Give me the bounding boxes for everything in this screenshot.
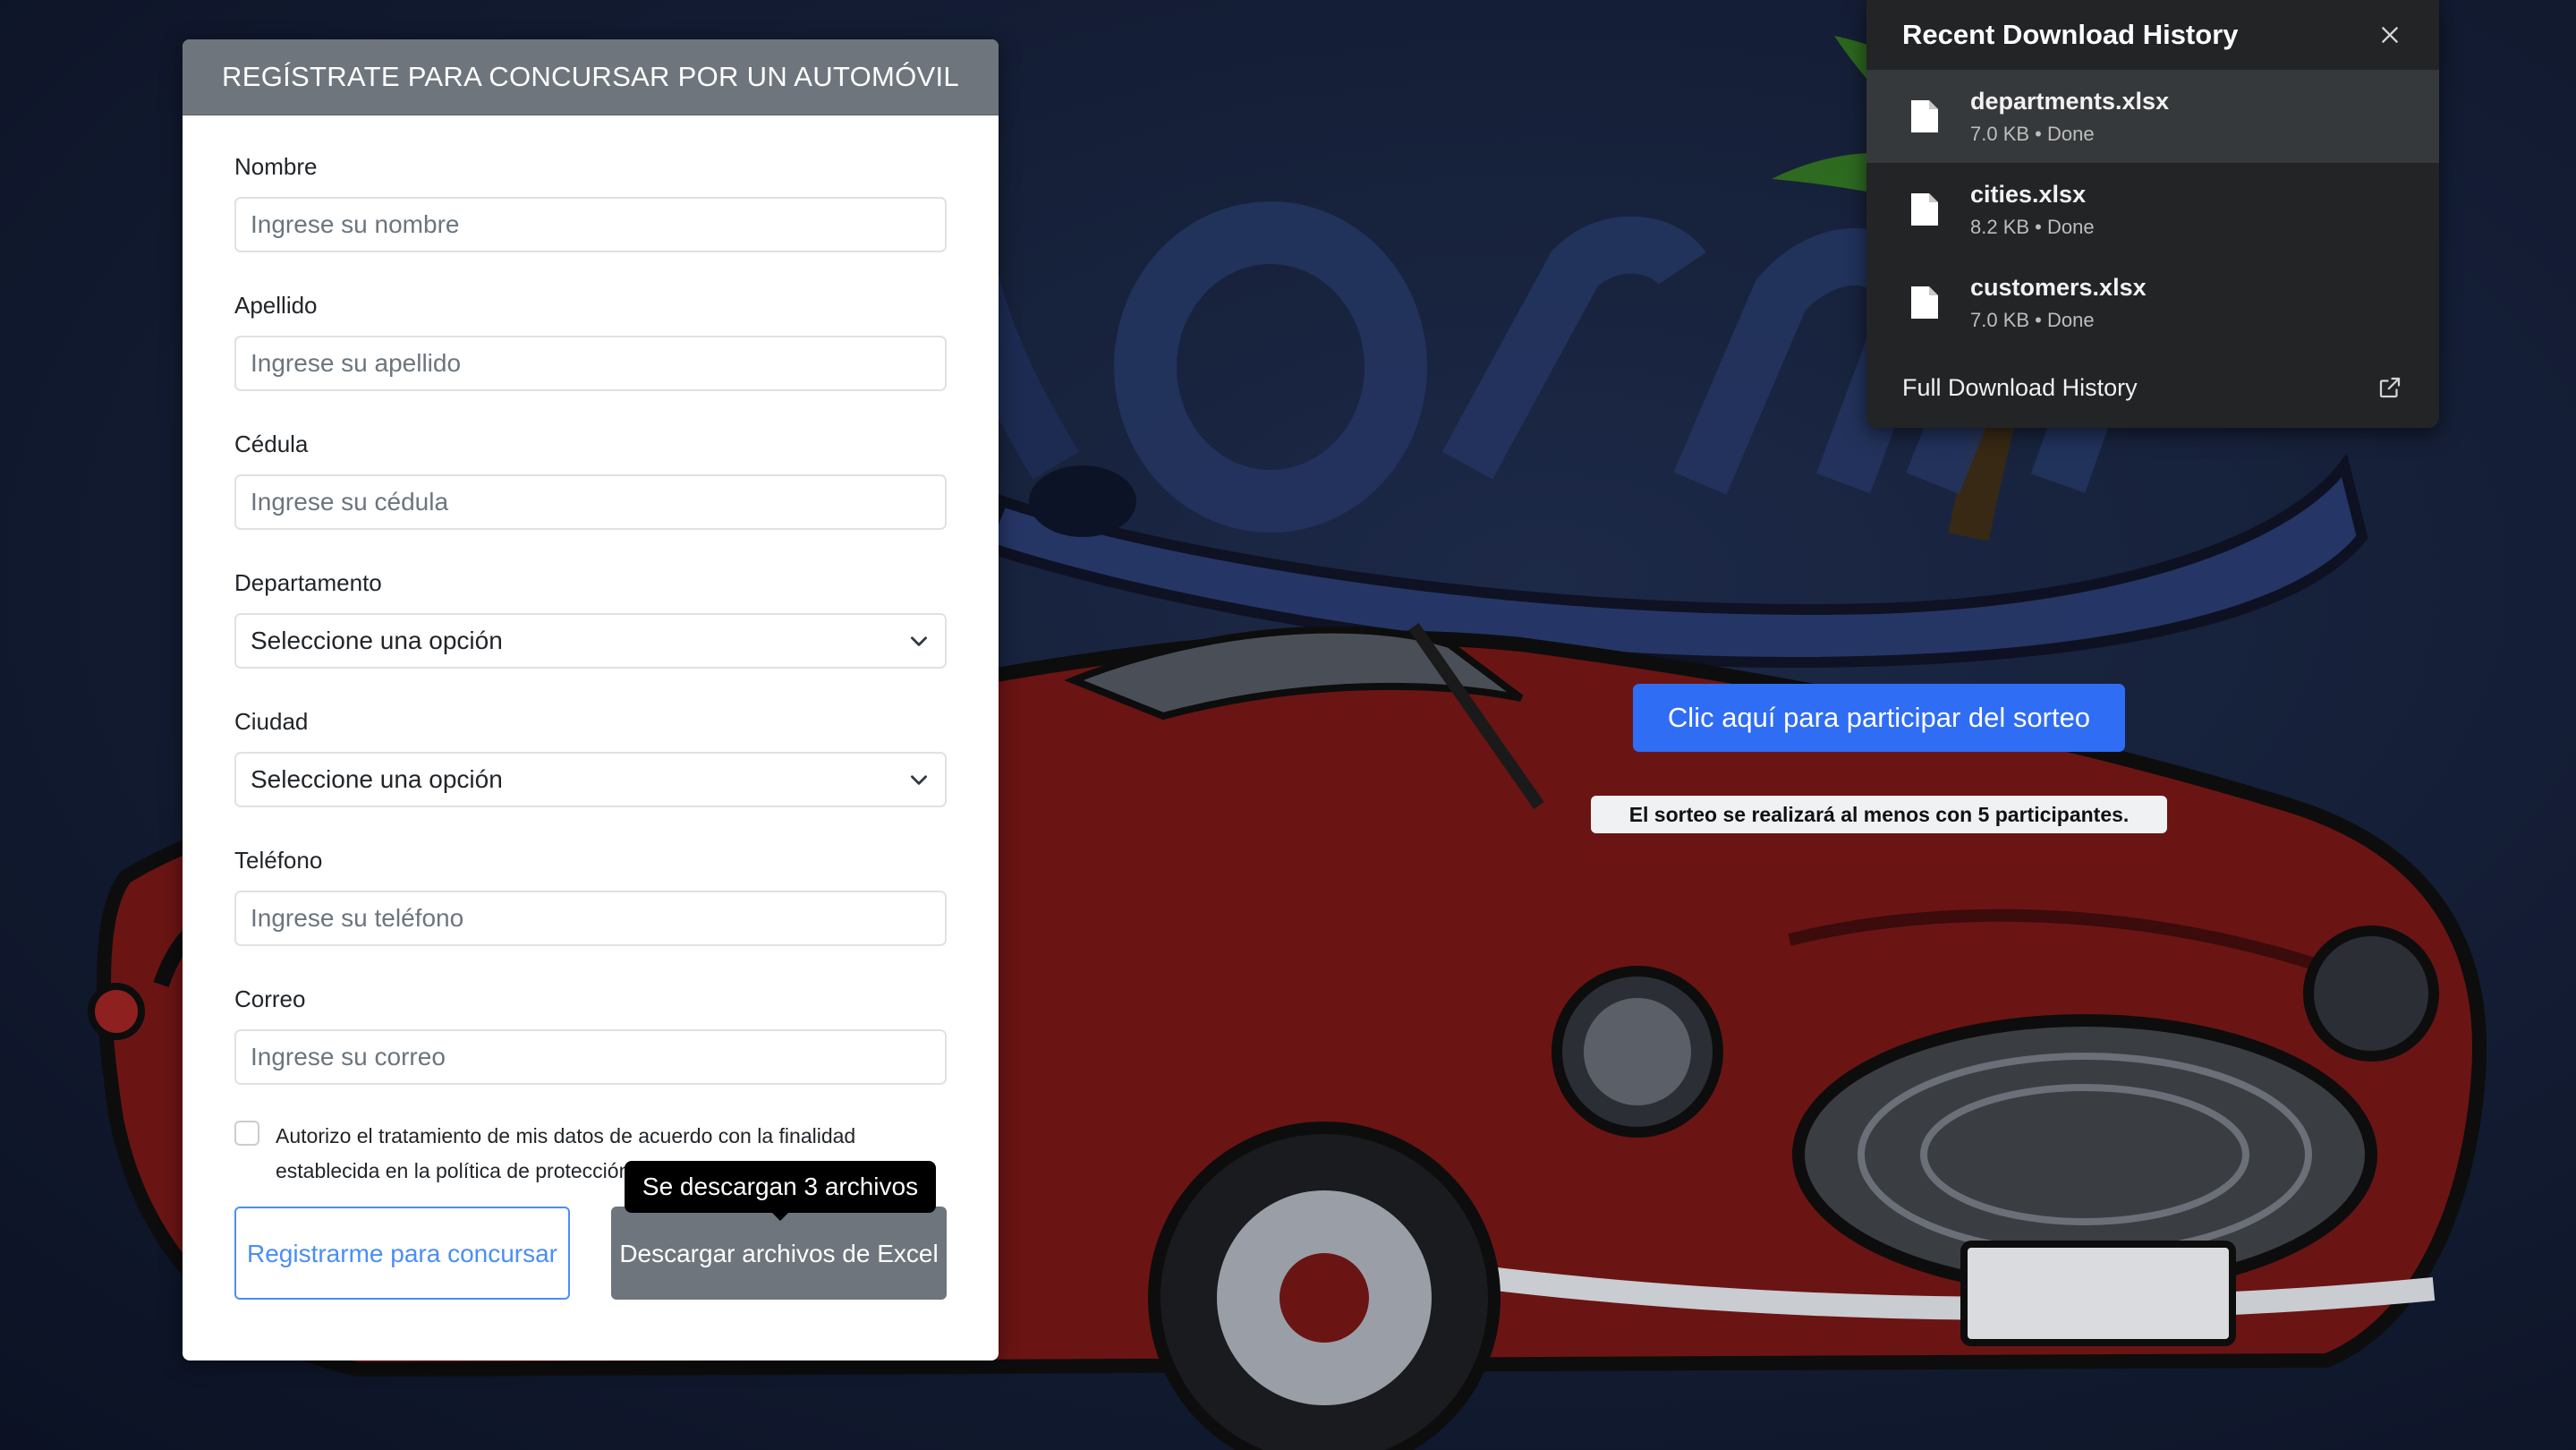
file-icon [1911, 193, 1938, 226]
consent-checkbox[interactable] [234, 1121, 259, 1146]
ciudad-label: Ciudad [234, 708, 309, 735]
telefono-label: Teléfono [234, 847, 323, 874]
download-item-meta: 7.0 KB • Done [1970, 122, 2095, 145]
download-item[interactable]: customers.xlsx 7.0 KB • Done [1866, 256, 2439, 349]
nombre-label: Nombre [234, 153, 318, 180]
file-icon [1911, 100, 1938, 132]
download-panel-header: Recent Download History [1866, 0, 2439, 70]
registration-form: Nombre Apellido Cédula Departamento Sele… [183, 153, 999, 1300]
departamento-label: Departamento [234, 569, 382, 596]
download-item-info: customers.xlsx 7.0 KB • Done [1970, 274, 2147, 332]
tooltip-arrow [771, 1212, 789, 1221]
ciudad-select[interactable]: Seleccione una opción [234, 752, 947, 807]
close-icon[interactable] [2376, 23, 2403, 47]
chevron-down-icon [911, 636, 927, 646]
departamento-select[interactable]: Seleccione una opción [234, 613, 947, 669]
field-departamento: Departamento Seleccione una opción [234, 569, 947, 669]
card-header: REGÍSTRATE PARA CONCURSAR POR UN AUTOMÓV… [183, 39, 999, 115]
telefono-input[interactable] [234, 891, 947, 946]
file-icon [1911, 286, 1938, 319]
ciudad-select-value: Seleccione una opción [251, 765, 503, 793]
departamento-select-value: Seleccione una opción [251, 627, 503, 654]
download-item[interactable]: cities.xlsx 8.2 KB • Done [1866, 163, 2439, 256]
field-apellido: Apellido [234, 292, 947, 391]
chevron-down-icon [911, 775, 927, 785]
form-actions: Registrarme para concursar Descargar arc… [234, 1207, 947, 1300]
download-item-meta: 8.2 KB • Done [1970, 215, 2095, 238]
cedula-input[interactable] [234, 474, 947, 530]
participate-button[interactable]: Clic aquí para participar del sorteo [1633, 684, 2125, 752]
correo-label: Correo [234, 985, 306, 1012]
field-nombre: Nombre [234, 153, 947, 252]
cedula-label: Cédula [234, 431, 309, 457]
field-correo: Correo [234, 985, 947, 1085]
download-item-name: cities.xlsx [1970, 180, 2087, 208]
apellido-input[interactable] [234, 336, 947, 391]
full-download-history-link[interactable]: Full Download History [1866, 349, 2439, 426]
apellido-label: Apellido [234, 292, 318, 319]
download-item-info: cities.xlsx 8.2 KB • Done [1970, 181, 2095, 239]
field-ciudad: Ciudad Seleccione una opción [234, 708, 947, 807]
download-panel-title: Recent Download History [1902, 19, 2239, 50]
download-item-meta: 7.0 KB • Done [1970, 308, 2095, 331]
full-download-history-label: Full Download History [1902, 373, 2138, 401]
correo-input[interactable] [234, 1029, 947, 1085]
download-item-info: departments.xlsx 7.0 KB • Done [1970, 88, 2169, 146]
download-item[interactable]: departments.xlsx 7.0 KB • Done [1866, 70, 2439, 163]
consent-text-line1: Autorizo el tratamiento de mis datos de … [276, 1124, 856, 1147]
download-tooltip: Se descargan 3 archivos [625, 1161, 936, 1213]
download-item-name: customers.xlsx [1970, 273, 2147, 301]
register-button[interactable]: Registrarme para concursar [234, 1207, 570, 1300]
raffle-note: El sorteo se realizará al menos con 5 pa… [1591, 796, 2167, 833]
field-cedula: Cédula [234, 431, 947, 530]
field-telefono: Teléfono [234, 847, 947, 946]
download-history-panel: Recent Download History departments.xlsx… [1866, 0, 2439, 428]
nombre-input[interactable] [234, 197, 947, 252]
external-link-icon [2379, 377, 2401, 398]
download-item-name: departments.xlsx [1970, 87, 2170, 115]
